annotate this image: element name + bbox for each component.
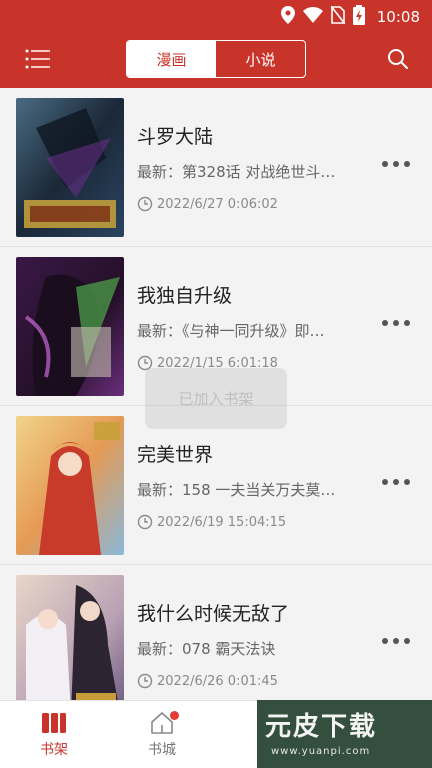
tab-comics[interactable]: 漫画 (127, 41, 216, 77)
clock-icon (137, 196, 153, 212)
update-time: 2022/6/19 15:04:15 (137, 514, 286, 530)
battery-charging-icon (352, 5, 365, 29)
nav-label: 书城 (148, 742, 176, 758)
watermark-url: www.yuanpi.com (271, 746, 371, 757)
bookshelf-icon (42, 713, 66, 733)
more-icon (382, 320, 388, 326)
update-time: 2022/6/27 0:06:02 (137, 196, 278, 212)
latest-chapter: 最新：第328话 对战绝世斗… (137, 163, 336, 181)
more-options-button[interactable] (382, 315, 410, 331)
more-options-button[interactable] (382, 633, 410, 649)
status-icons: 10:08 (280, 5, 420, 29)
update-time: 2022/6/26 0:01:45 (137, 673, 278, 689)
more-icon (382, 638, 388, 644)
list-item[interactable]: 我什么时候无敌了 最新：078 霸天法诀 2022/6/26 0:01:45 (0, 565, 432, 700)
menu-icon (25, 49, 50, 69)
latest-chapter: 最新：078 霸天法诀 (137, 640, 276, 658)
clock-icon (137, 514, 153, 530)
watermark-logo: 元皮下载 (265, 712, 378, 742)
book-cover[interactable] (16, 257, 124, 396)
update-time-text: 2022/6/26 0:01:45 (157, 673, 278, 689)
list-item[interactable]: 完美世界 最新：158 一夫当关万夫莫… 2022/6/19 15:04:15 (0, 406, 432, 565)
menu-button[interactable] (24, 47, 52, 71)
more-options-button[interactable] (382, 474, 410, 490)
tab-novels[interactable]: 小说 (216, 41, 305, 77)
more-icon (382, 479, 388, 485)
latest-chapter: 最新：《与神一同升级》即… (137, 322, 325, 340)
search-icon (388, 49, 408, 69)
book-cover[interactable] (16, 575, 124, 700)
clock-icon (137, 673, 153, 689)
content-type-tabs: 漫画 小说 (126, 40, 306, 78)
update-time-text: 2022/6/19 15:04:15 (157, 514, 287, 530)
update-time-text: 2022/6/27 0:06:02 (157, 196, 278, 212)
toast-message: 已加入书架 (145, 368, 287, 429)
book-title: 完美世界 (137, 444, 214, 466)
app-bar: 漫画 小说 (0, 30, 432, 88)
search-button[interactable] (386, 47, 410, 71)
book-cover[interactable] (16, 98, 124, 237)
status-bar: 10:08 (0, 0, 432, 30)
book-title: 我独自升级 (137, 285, 233, 307)
list-item[interactable]: 斗罗大陆 最新：第328话 对战绝世斗… 2022/6/27 0:06:02 (0, 88, 432, 247)
more-icon (382, 161, 388, 167)
book-cover[interactable] (16, 416, 124, 555)
latest-chapter: 最新：158 一夫当关万夫莫… (137, 481, 336, 499)
book-title: 我什么时候无敌了 (137, 603, 290, 625)
status-time: 10:08 (376, 8, 420, 26)
no-sim-icon (330, 5, 346, 28)
watermark: 元皮下载 www.yuanpi.com (257, 700, 432, 768)
location-icon (280, 6, 295, 28)
nav-item-bookshelf[interactable]: 书架 (24, 711, 84, 759)
notification-badge (170, 711, 179, 720)
more-options-button[interactable] (382, 156, 410, 172)
nav-item-store[interactable]: 书城 (132, 711, 192, 759)
book-title: 斗罗大陆 (137, 126, 214, 148)
nav-label: 书架 (40, 742, 68, 758)
wifi-icon (302, 7, 323, 27)
app-root: 10:08 漫画 小说 斗罗大陆 最新：第328话 对战绝世斗… 2022/6/… (0, 0, 432, 768)
